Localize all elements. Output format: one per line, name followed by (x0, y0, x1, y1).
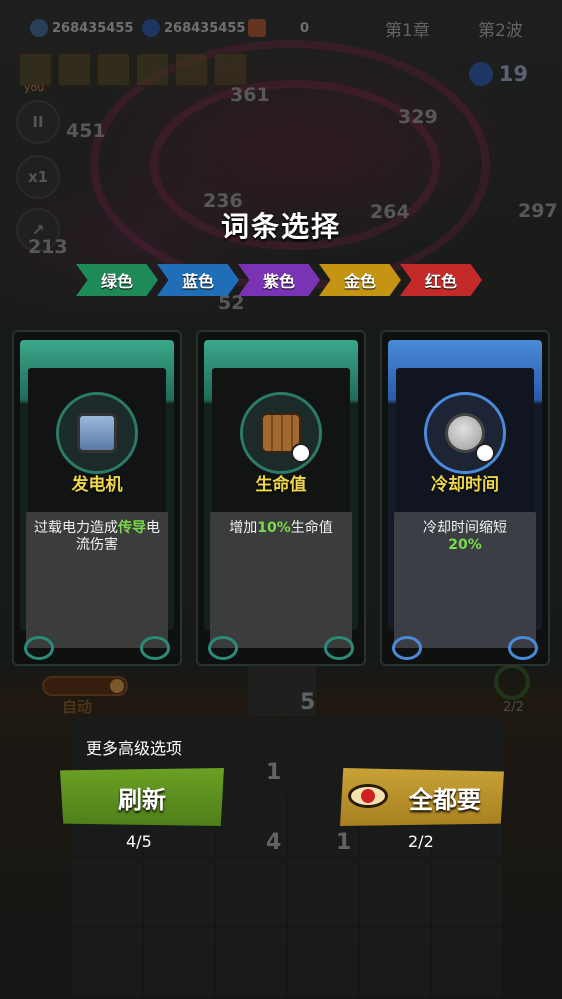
choice-card-cooldown[interactable]: 冷却时间 冷却时间缩短 20% (380, 330, 550, 666)
leaf-badge-icon (291, 443, 311, 463)
tier-tab-purple[interactable]: 紫色 (238, 264, 320, 296)
more-options-label: 更多高级选项 (86, 739, 183, 758)
tier-tab-blue[interactable]: 蓝色 (157, 264, 239, 296)
desc-highlight: 20% (448, 537, 482, 553)
refresh-label: 刷新 (118, 785, 166, 814)
take-all-button[interactable]: 全都要 (340, 768, 504, 826)
card-title: 冷却时间 (431, 475, 499, 495)
tier-tab-red[interactable]: 红色 (400, 264, 482, 296)
desc-text: 过载电力造成 (34, 520, 118, 536)
clock-badge-icon (475, 443, 495, 463)
card-emblem (424, 392, 506, 474)
card-choices: 发电机 过载电力造成传导电流伤害 生命值 增加10%生命值 冷却时间 冷却时间缩… (12, 330, 550, 666)
ornament-curl-icon (24, 636, 54, 660)
desc-highlight: 传导 (118, 520, 146, 536)
generator-icon (77, 413, 117, 453)
ornament-curl-icon (508, 636, 538, 660)
take-all-label: 全都要 (409, 785, 481, 814)
ornament-curl-icon (392, 636, 422, 660)
choice-card-health[interactable]: 生命值 增加10%生命值 (196, 330, 366, 666)
tier-tab-green[interactable]: 绿色 (76, 264, 158, 296)
choice-card-generator[interactable]: 发电机 过载电力造成传导电流伤害 (12, 330, 182, 666)
tier-tab-gold[interactable]: 金色 (319, 264, 401, 296)
video-eye-icon (346, 774, 390, 818)
rarity-tabs: 绿色 蓝色 紫色 金色 红色 (76, 264, 482, 296)
ornament-curl-icon (140, 636, 170, 660)
desc-text: 生命值 (290, 520, 333, 536)
card-description: 增加10%生命值 (210, 512, 352, 648)
eye-pupil (361, 789, 375, 803)
refresh-button[interactable]: 刷新 (60, 768, 224, 826)
desc-text: 冷却时间缩短 (423, 520, 507, 536)
card-title: 生命值 (255, 475, 307, 495)
ornament-curl-icon (208, 636, 238, 660)
card-emblem (240, 392, 322, 474)
card-emblem (56, 392, 138, 474)
take-all-count: 2/2 (408, 832, 434, 851)
dialog-title: 词条选择 (220, 210, 341, 243)
desc-text: 增加 (229, 520, 258, 536)
card-description: 过载电力造成传导电流伤害 (26, 512, 168, 648)
ornament-curl-icon (324, 636, 354, 660)
card-title: 发电机 (71, 475, 123, 495)
card-description: 冷却时间缩短 20% (394, 512, 536, 648)
refresh-count: 4/5 (126, 832, 152, 851)
desc-highlight: 10% (257, 520, 291, 536)
